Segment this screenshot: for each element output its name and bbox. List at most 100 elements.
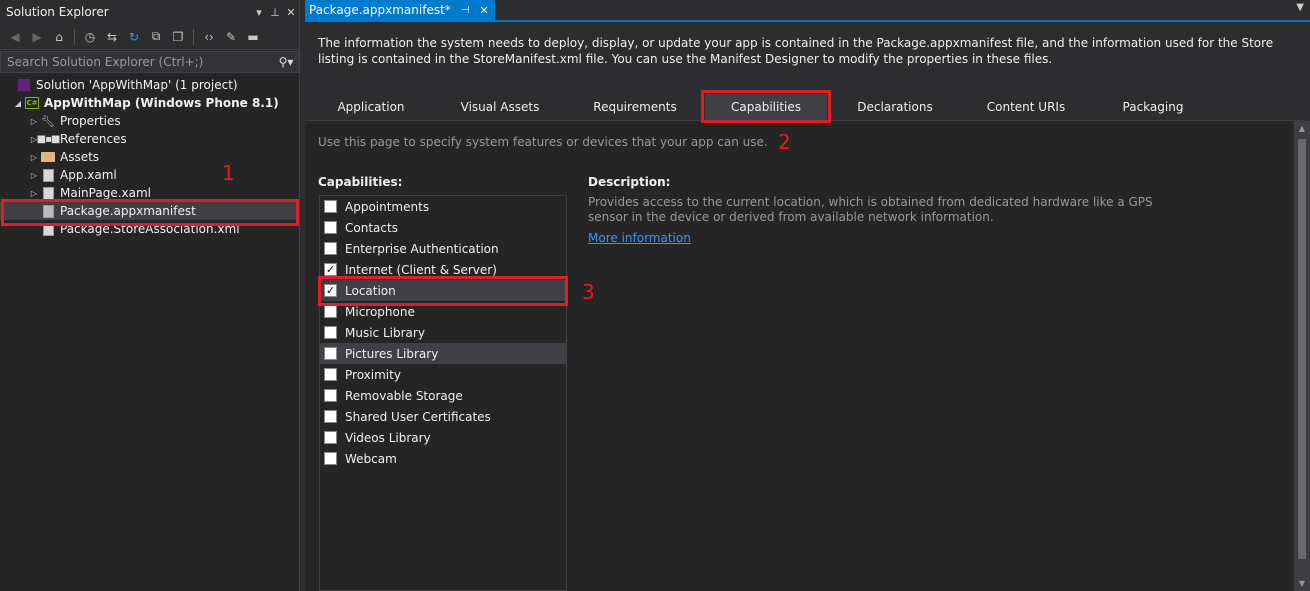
tab-label: Declarations (857, 100, 933, 114)
capability-webcam[interactable]: Webcam (320, 448, 566, 469)
capabilities-hint: Use this page to specify system features… (318, 135, 768, 149)
close-tab-icon[interactable]: ✕ (480, 4, 489, 17)
checkbox-unchecked[interactable] (324, 200, 337, 213)
tree-item-label: AppWithMap (Windows Phone 8.1) (44, 96, 279, 110)
annotation-box-3 (318, 276, 568, 306)
tree-item-solution[interactable]: Solution 'AppWithMap' (1 project) (0, 76, 299, 94)
tree-item-label: MainPage.xaml (60, 186, 151, 200)
document-tab-package-appxmanifest[interactable]: Package.appxmanifest* ⊣ ✕ (305, 0, 495, 20)
properties-icon[interactable]: ✎ (222, 28, 240, 46)
tree-item-label: Properties (60, 114, 121, 128)
capability-contacts[interactable]: Contacts (320, 217, 566, 238)
expanded-arrow-icon[interactable]: ◢ (12, 99, 24, 108)
checkbox-unchecked[interactable] (324, 221, 337, 234)
capability-label: Contacts (345, 220, 398, 235)
tab-label: Visual Assets (460, 100, 540, 114)
collapsed-arrow-icon[interactable]: ▷ (28, 153, 40, 162)
close-icon[interactable]: ✕ (283, 6, 299, 19)
capability-appointments[interactable]: Appointments (320, 196, 566, 217)
collapsed-arrow-icon[interactable]: ▷ (28, 189, 40, 198)
capability-videos-library[interactable]: Videos Library (320, 427, 566, 448)
document-tab-bar: Package.appxmanifest* ⊣ ✕ ▼ (305, 0, 1310, 22)
more-information-link[interactable]: More information (588, 231, 691, 245)
solution-explorer-titlebar: Solution Explorer ▾ ⊥ ✕ (0, 0, 299, 24)
checkbox-unchecked[interactable] (324, 368, 337, 381)
capability-music-library[interactable]: Music Library (320, 322, 566, 343)
capability-label: Enterprise Authentication (345, 241, 499, 256)
back-icon[interactable]: ◀ (6, 28, 24, 46)
capability-proximity[interactable]: Proximity (320, 364, 566, 385)
csharp-project-icon: C# (25, 97, 39, 109)
checkbox-unchecked[interactable] (324, 431, 337, 444)
refresh-icon[interactable]: ↻ (125, 28, 143, 46)
dropdown-arrow-icon[interactable]: ▾ (251, 6, 267, 19)
collapsed-arrow-icon[interactable]: ▷ (28, 117, 40, 126)
tab-content-uris[interactable]: Content URIs (971, 94, 1081, 120)
tab-label: Packaging (1122, 100, 1184, 114)
tree-item-label: App.xaml (60, 168, 117, 182)
capability-label: Removable Storage (345, 388, 463, 403)
solution-explorer-panel: Solution Explorer ▾ ⊥ ✕ ◀ ▶ ⌂ ◷ ⇆ ↻ ⧉ ❐ … (0, 0, 300, 591)
sync-with-document-icon[interactable]: ⇆ (103, 28, 121, 46)
capability-label: Proximity (345, 367, 401, 382)
toolbar-separator (74, 28, 75, 45)
capability-pictures-library[interactable]: Pictures Library (320, 343, 566, 364)
checkbox-checked[interactable]: ✓ (324, 263, 337, 276)
checkbox-unchecked[interactable] (324, 305, 337, 318)
tab-label: Application (337, 100, 405, 114)
annotation-box-1 (1, 199, 299, 226)
solution-explorer-title: Solution Explorer (6, 5, 109, 19)
checkbox-unchecked[interactable] (324, 389, 337, 402)
tree-item-project[interactable]: ◢ C# AppWithMap (Windows Phone 8.1) (0, 94, 299, 112)
capability-label: Shared User Certificates (345, 409, 491, 424)
search-solution-explorer-input[interactable]: Search Solution Explorer (Ctrl+;) ⚲▾ (0, 51, 299, 73)
tree-item-label: References (60, 132, 127, 146)
tab-requirements[interactable]: Requirements (580, 94, 690, 120)
checkbox-unchecked[interactable] (324, 326, 337, 339)
toolbar-separator (193, 28, 194, 45)
collapse-all-icon[interactable]: ⧉ (147, 28, 165, 46)
capability-label: Pictures Library (345, 346, 439, 361)
preview-selected-items-icon[interactable]: ▬ (244, 28, 262, 46)
tab-visual-assets[interactable]: Visual Assets (445, 94, 555, 120)
search-icon[interactable]: ⚲▾ (274, 55, 298, 69)
view-code-icon[interactable]: ‹› (200, 28, 218, 46)
capability-label: Internet (Client & Server) (345, 262, 497, 277)
scroll-down-icon[interactable]: ▼ (1294, 579, 1310, 588)
search-placeholder: Search Solution Explorer (Ctrl+;) (7, 55, 204, 69)
scrollbar-thumb[interactable] (1298, 139, 1306, 559)
tree-item-assets[interactable]: ▷ Assets (0, 148, 299, 166)
solution-icon (16, 78, 32, 92)
capability-label: Webcam (345, 451, 397, 466)
forward-icon[interactable]: ▶ (28, 28, 46, 46)
pin-icon[interactable]: ⊥ (267, 6, 283, 19)
tab-packaging[interactable]: Packaging (1098, 94, 1208, 120)
references-icon: ■▪■ (36, 133, 61, 145)
folder-icon (40, 150, 56, 164)
vertical-scrollbar[interactable]: ▲ ▼ (1294, 121, 1310, 591)
pin-tab-icon[interactable]: ⊣ (461, 5, 470, 16)
checkbox-unchecked[interactable] (324, 452, 337, 465)
show-all-files-icon[interactable]: ❐ (169, 28, 187, 46)
pending-changes-filter-icon[interactable]: ◷ (81, 28, 99, 46)
tree-item-references[interactable]: ▷ ■▪■ References (0, 130, 299, 148)
home-icon[interactable]: ⌂ (50, 28, 68, 46)
tab-application[interactable]: Application (319, 94, 423, 120)
tab-dropdown-icon[interactable]: ▼ (1296, 2, 1304, 13)
checkbox-unchecked[interactable] (324, 347, 337, 360)
document-tab-label: Package.appxmanifest* (309, 3, 451, 17)
xaml-file-icon (40, 186, 56, 200)
capability-enterprise-authentication[interactable]: Enterprise Authentication (320, 238, 566, 259)
tab-label: Content URIs (986, 100, 1066, 114)
checkbox-unchecked[interactable] (324, 410, 337, 423)
checkbox-unchecked[interactable] (324, 242, 337, 255)
tree-item-app-xaml[interactable]: ▷ App.xaml (0, 166, 299, 184)
capabilities-list: Appointments Contacts Enterprise Authent… (319, 195, 567, 591)
capability-label: Microphone (345, 304, 415, 319)
tree-item-properties[interactable]: ▷ 🔧︎ Properties (0, 112, 299, 130)
collapsed-arrow-icon[interactable]: ▷ (28, 171, 40, 180)
scroll-up-icon[interactable]: ▲ (1294, 124, 1310, 133)
tab-declarations[interactable]: Declarations (840, 94, 950, 120)
capability-shared-user-certificates[interactable]: Shared User Certificates (320, 406, 566, 427)
capability-removable-storage[interactable]: Removable Storage (320, 385, 566, 406)
